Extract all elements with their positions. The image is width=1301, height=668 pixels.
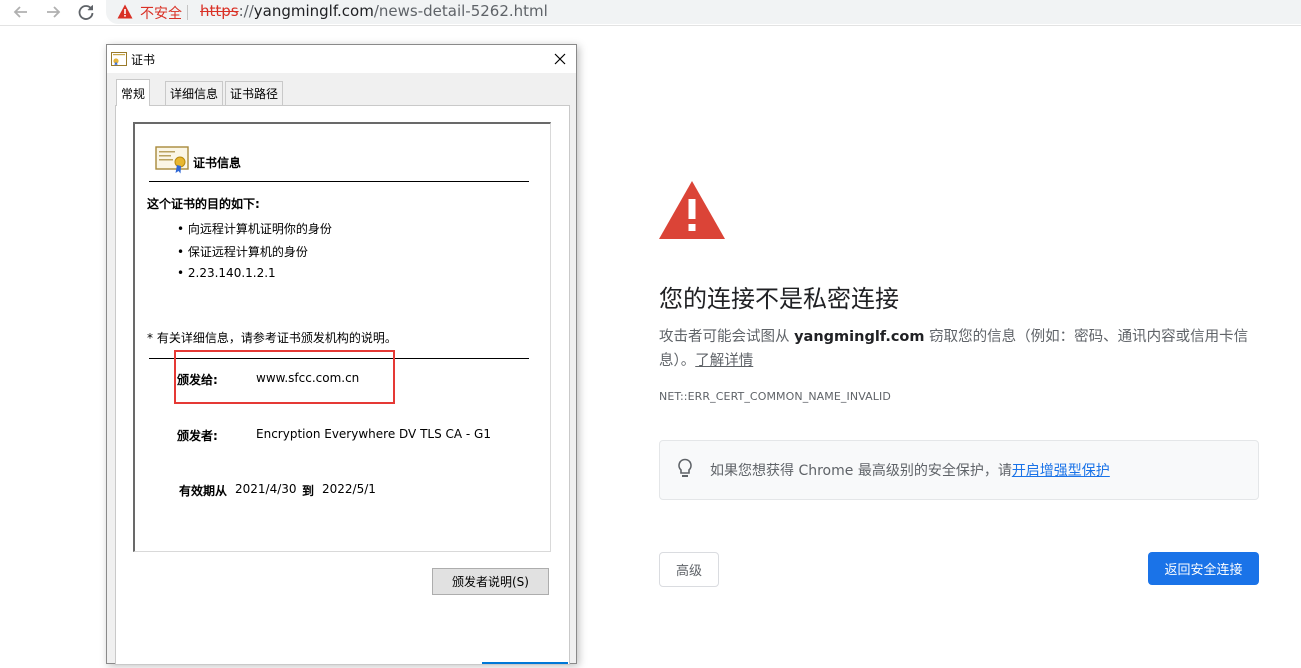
red-highlight-annotation xyxy=(174,350,395,404)
divider xyxy=(149,181,529,182)
certificate-info-frame: 证书信息 这个证书的目的如下: • 向远程计算机证明你的身份 • 保证远程计算机… xyxy=(133,122,551,552)
certificate-icon xyxy=(155,146,189,174)
error-code[interactable]: NET::ERR_CERT_COMMON_NAME_INVALID xyxy=(659,390,891,403)
close-icon[interactable] xyxy=(552,51,568,67)
issuer-statement-button[interactable]: 颁发者说明(S) xyxy=(432,568,549,595)
issued-by-value: Encryption Everywhere DV TLS CA - G1 xyxy=(256,427,491,441)
enhanced-protection-prompt: 如果您想获得 Chrome 最高级别的安全保护，请 xyxy=(710,463,1012,479)
omnibox-divider xyxy=(187,5,188,20)
purpose-item: • 向远程计算机证明你的身份 xyxy=(177,222,332,236)
certificate-info-heading: 证书信息 xyxy=(193,156,242,170)
certificate-icon xyxy=(111,52,127,66)
learn-more-link[interactable]: 了解详情 xyxy=(695,353,753,369)
not-secure-label[interactable]: 不安全 xyxy=(140,3,182,23)
back-to-safety-button[interactable]: 返回安全连接 xyxy=(1148,552,1259,585)
back-arrow-icon[interactable] xyxy=(10,1,32,23)
details-note: * 有关详细信息，请参考证书颁发机构的说明。 xyxy=(147,331,397,345)
dialog-titlebar[interactable]: 证书 xyxy=(107,45,576,73)
url-path: /news-detail-5262.html xyxy=(373,2,548,20)
general-tab-panel: 证书信息 这个证书的目的如下: • 向远程计算机证明你的身份 • 保证远程计算机… xyxy=(115,105,570,665)
enhanced-protection-banner: 如果您想获得 Chrome 最高级别的安全保护，请开启增强型保护 xyxy=(659,440,1259,500)
valid-from-value: 2021/4/30 xyxy=(235,482,297,496)
advanced-button[interactable]: 高级 xyxy=(659,552,719,587)
explanation-host: yangminglf.com xyxy=(794,329,925,345)
tab-certification-path[interactable]: 证书路径 xyxy=(225,81,284,105)
forward-arrow-icon[interactable] xyxy=(42,1,64,23)
page-title: 您的连接不是私密连接 xyxy=(659,285,899,313)
certificate-dialog: 证书 常规 详细信息 证书路径 证书信息 这个证书的目的如下: • 向远程计算机… xyxy=(106,44,577,665)
url-scheme: https xyxy=(200,2,239,20)
url-separator: :// xyxy=(238,2,254,20)
tab-details[interactable]: 详细信息 xyxy=(165,81,224,105)
purpose-item: • 2.23.140.1.2.1 xyxy=(177,266,276,280)
browser-toolbar: 不安全 https://yangminglf.com/news-detail-5… xyxy=(0,0,1301,26)
purpose-heading: 这个证书的目的如下: xyxy=(147,197,260,211)
tab-general[interactable]: 常规 xyxy=(116,79,151,106)
issued-by-label: 颁发者: xyxy=(177,429,218,443)
explanation-prefix: 攻击者可能会试图从 xyxy=(659,329,795,345)
valid-to-label: 到 xyxy=(302,484,315,498)
warning-triangle-icon[interactable] xyxy=(117,4,133,19)
valid-to-value: 2022/5/1 xyxy=(322,482,376,496)
large-warning-triangle-icon xyxy=(659,181,725,239)
error-explanation: 攻击者可能会试图从 yangminglf.com 窃取您的信息（例如：密码、通讯… xyxy=(659,325,1259,373)
url-text[interactable]: https://yangminglf.com/news-detail-5262.… xyxy=(200,2,548,20)
valid-from-label: 有效期从 xyxy=(179,484,228,498)
dialog-title: 证书 xyxy=(131,53,156,67)
enable-enhanced-protection-link[interactable]: 开启增强型保护 xyxy=(1012,463,1110,479)
url-host: yangminglf.com xyxy=(253,2,374,20)
ok-button-edge[interactable] xyxy=(482,662,568,668)
purpose-item: • 保证远程计算机的身份 xyxy=(177,245,308,259)
address-bar[interactable]: 不安全 https://yangminglf.com/news-detail-5… xyxy=(106,0,1301,24)
enhanced-protection-text: 如果您想获得 Chrome 最高级别的安全保护，请开启增强型保护 xyxy=(710,460,1110,480)
lightbulb-icon xyxy=(678,458,692,477)
reload-icon[interactable] xyxy=(75,1,97,23)
